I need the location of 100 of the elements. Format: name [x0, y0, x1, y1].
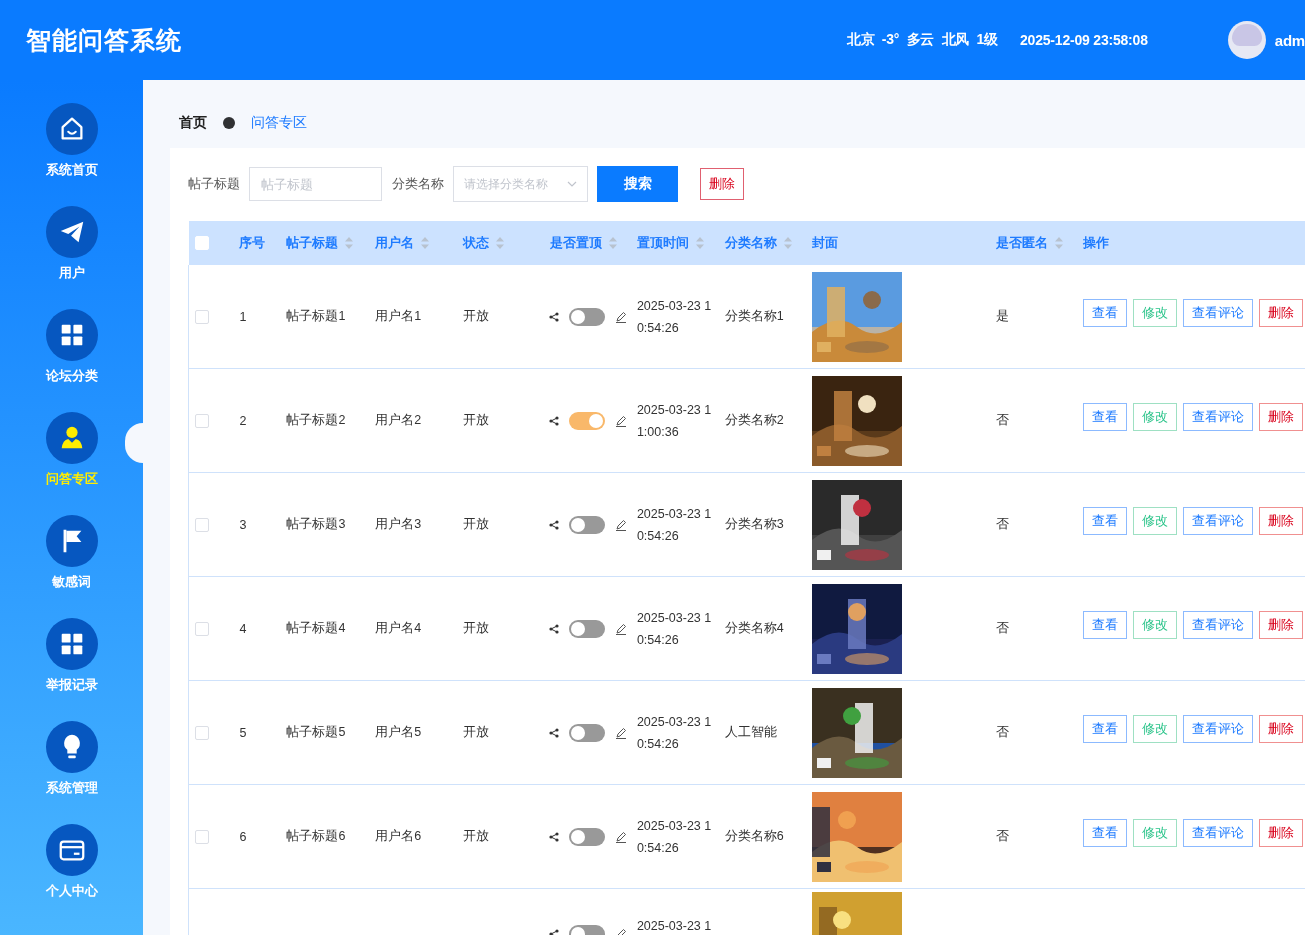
column-header: 序号 — [239, 234, 266, 252]
table-cell: 否 — [995, 517, 1009, 531]
search-button[interactable]: 搜索 — [597, 166, 678, 202]
share-icon[interactable] — [549, 727, 559, 738]
table-cell: 开放 — [463, 517, 490, 531]
pencil-icon[interactable] — [614, 518, 627, 531]
table-cell: 帖子标题4 — [286, 621, 346, 635]
checkbox[interactable] — [195, 309, 209, 324]
delete-button[interactable]: 删除 — [1259, 298, 1304, 327]
sidebar-item[interactable]: 个人中心 — [0, 824, 143, 927]
toggle-switch[interactable] — [569, 515, 605, 534]
column-header: 是否匿名 — [995, 234, 1048, 252]
pencil-icon[interactable] — [614, 414, 627, 427]
row-number: 3 — [239, 518, 247, 532]
delete-button[interactable]: 删除 — [1259, 818, 1304, 847]
table-cell-text: 2025-03-23 1 — [636, 918, 713, 935]
home-icon — [45, 103, 98, 155]
toggle-switch[interactable] — [569, 827, 605, 846]
table-cell: 分类名称1 — [724, 309, 784, 323]
share-icon[interactable] — [549, 623, 559, 634]
delete-button[interactable]: 删除 — [1259, 610, 1304, 639]
checkbox[interactable] — [195, 725, 209, 740]
edit-button[interactable]: 修改 — [1133, 818, 1178, 847]
breadcrumb-link[interactable]: 首页 — [179, 114, 207, 132]
view-button[interactable]: 查看评论 — [1183, 298, 1254, 327]
table-cell: 开放 — [463, 621, 490, 635]
view-button[interactable]: 查看评论 — [1183, 506, 1254, 535]
delete-button[interactable]: 删除 — [1259, 506, 1304, 535]
table-cell-text: 2025-03-23 10:54:26 — [636, 609, 713, 649]
column-header: 置顶时间 — [636, 234, 689, 252]
flag-icon — [45, 515, 98, 567]
paper-plane-icon — [45, 206, 98, 258]
delete-button[interactable]: 删除 — [1259, 402, 1304, 431]
toggle-switch[interactable] — [569, 619, 605, 638]
view-button[interactable]: 查看评论 — [1183, 714, 1254, 743]
pencil-icon[interactable] — [614, 726, 627, 739]
person-icon — [45, 412, 98, 464]
view-button[interactable]: 查看 — [1083, 402, 1128, 431]
view-button[interactable]: 查看 — [1083, 610, 1128, 639]
share-icon[interactable] — [549, 519, 559, 530]
pencil-icon[interactable] — [614, 310, 627, 323]
edit-button[interactable]: 修改 — [1133, 610, 1178, 639]
breadcrumb-link[interactable]: 问答专区 — [251, 114, 307, 132]
row-number: 1 — [239, 310, 247, 324]
row-number: 6 — [239, 830, 247, 844]
share-icon[interactable] — [549, 831, 559, 842]
sidebar-item[interactable]: 系统管理 — [0, 721, 143, 824]
avatar-icon[interactable] — [1227, 21, 1266, 59]
share-icon[interactable] — [549, 415, 559, 426]
sidebar-item[interactable]: 敏感词 — [0, 515, 143, 618]
toggle-switch[interactable] — [569, 307, 605, 326]
username[interactable]: adm — [1274, 31, 1305, 49]
view-button[interactable]: 查看评论 — [1183, 610, 1254, 639]
column-header: 状态 — [463, 234, 490, 252]
edit-button[interactable]: 修改 — [1133, 506, 1178, 535]
edit-button[interactable]: 修改 — [1133, 402, 1178, 431]
table-cell: 否 — [995, 621, 1009, 635]
column-header: 封面 — [811, 234, 838, 252]
table-cell: 否 — [995, 725, 1009, 739]
toggle-switch[interactable] — [569, 723, 605, 742]
table-cell: 否 — [995, 829, 1009, 843]
view-button[interactable]: 查看 — [1083, 506, 1128, 535]
checkbox[interactable] — [195, 621, 209, 636]
pencil-icon[interactable] — [614, 830, 627, 843]
table-cell: 用户名3 — [375, 517, 422, 531]
toggle-switch[interactable] — [569, 411, 605, 430]
field-label: 分类名称 — [392, 175, 444, 193]
table-cell: 帖子标题6 — [286, 829, 346, 843]
table-cell-text: 2025-03-23 11:00:36 — [636, 401, 713, 441]
column-header: 分类名称 — [724, 234, 777, 252]
grid-icon — [45, 309, 98, 361]
edit-button[interactable]: 修改 — [1133, 714, 1178, 743]
delete-button[interactable]: 删除 — [700, 168, 744, 200]
delete-button[interactable]: 删除 — [1259, 714, 1304, 743]
table-cell: 帖子标题3 — [286, 517, 346, 531]
pencil-icon[interactable] — [614, 622, 627, 635]
sidebar-item[interactable]: 用户 — [0, 206, 143, 309]
edit-button[interactable]: 修改 — [1133, 298, 1178, 327]
view-button[interactable]: 查看评论 — [1183, 402, 1254, 431]
view-button[interactable]: 查看 — [1083, 714, 1128, 743]
column-header: 操作 — [1083, 234, 1110, 252]
checkbox[interactable] — [195, 517, 209, 532]
app-title: 智能问答系统 — [26, 24, 182, 56]
checkbox[interactable] — [195, 413, 209, 428]
share-icon[interactable] — [549, 311, 559, 322]
table-cell: 是 — [995, 309, 1009, 323]
checkbox[interactable] — [195, 829, 209, 844]
view-button[interactable]: 查看 — [1083, 818, 1128, 847]
sidebar-item[interactable]: 系统首页 — [0, 103, 143, 206]
weather-text: 北京 -3° 多云 北风 1级 — [846, 31, 998, 49]
view-button[interactable]: 查看评论 — [1183, 818, 1254, 847]
sidebar-item[interactable]: 论坛分类 — [0, 309, 143, 412]
sidebar-item[interactable]: 举报记录 — [0, 618, 143, 721]
row-number: 4 — [239, 622, 247, 636]
table-cell-text: 2025-03-23 10:54:26 — [636, 297, 713, 337]
sidebar-item[interactable]: 问答专区 — [0, 412, 143, 515]
row-number: 2 — [239, 414, 247, 428]
table-cell-text: 2025-03-23 10:54:26 — [636, 713, 713, 753]
chevron-down-icon — [567, 181, 577, 187]
view-button[interactable]: 查看 — [1083, 298, 1128, 327]
